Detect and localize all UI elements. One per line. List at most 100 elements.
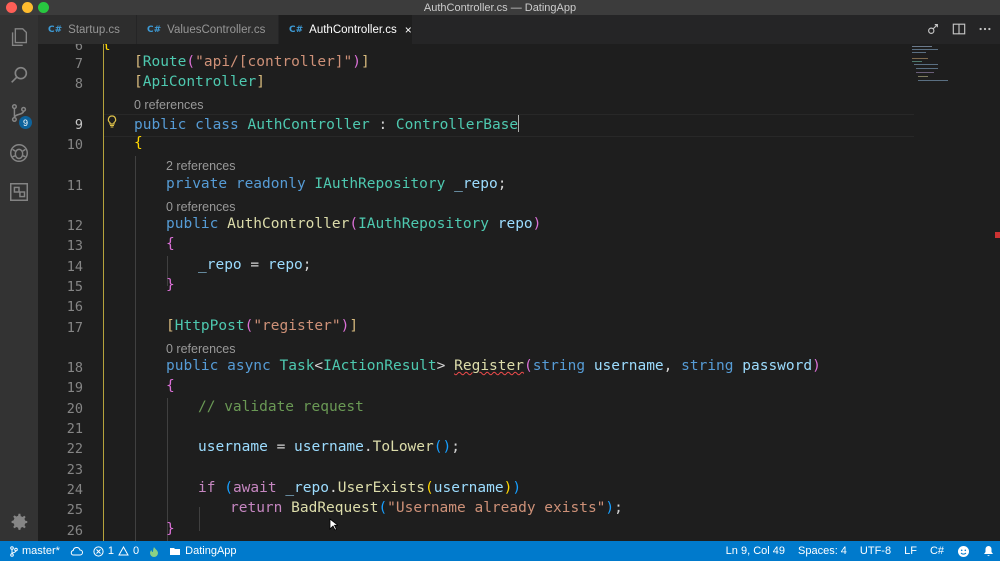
code-token: username	[433, 480, 504, 496]
code-token: .	[363, 439, 373, 455]
code-token: ]	[349, 318, 359, 334]
code-line: }	[166, 521, 175, 537]
minimap[interactable]	[910, 44, 980, 104]
code-line: }	[166, 277, 175, 293]
tab-values-controller[interactable]: C# ValuesController.cs	[137, 15, 279, 44]
codelens-references[interactable]: 0 references	[166, 342, 235, 356]
eol-setting[interactable]: LF	[904, 545, 917, 557]
csharp-icon: C#	[48, 24, 63, 35]
tab-label: Startup.cs	[68, 23, 120, 36]
open-changes-icon[interactable]	[926, 22, 940, 41]
search-icon[interactable]	[7, 63, 31, 87]
code-token: ;	[497, 176, 507, 192]
code-token: .	[328, 480, 338, 496]
code-line: username = username.ToLower();	[198, 439, 460, 455]
problems-indicator[interactable]: 1 0	[93, 545, 139, 557]
codelens-references[interactable]: 0 references	[134, 98, 203, 112]
code-token: public class	[134, 117, 248, 133]
project-name: DatingApp	[185, 545, 237, 557]
code-token: "register"	[253, 318, 341, 334]
code-line: public class AuthController : Controller…	[134, 115, 520, 133]
code-token: ()	[433, 439, 452, 455]
line-number: 11	[66, 178, 83, 194]
line-number: 9	[74, 117, 83, 133]
code-token: await	[232, 480, 277, 496]
indentation-setting[interactable]: Spaces: 4	[798, 545, 847, 557]
code-token: >	[436, 358, 455, 374]
code-line: [HttpPost("register")]	[166, 318, 358, 334]
code-line: return BadRequest("Username already exis…	[230, 500, 623, 516]
indent-guide	[103, 44, 104, 541]
code-token: IAuthRepository	[314, 176, 446, 192]
code-token: ControllerBase	[395, 117, 519, 133]
line-number: 21	[66, 421, 83, 437]
encoding-setting[interactable]: UTF-8	[860, 545, 891, 557]
branch-icon	[10, 545, 18, 557]
indent-guide	[167, 398, 168, 541]
minimize-window-button[interactable]	[22, 2, 33, 13]
code-token: [	[134, 54, 143, 70]
code-token: Route	[142, 54, 187, 70]
code-token: )	[512, 480, 522, 496]
tab-auth-controller[interactable]: C# AuthController.cs ×	[279, 15, 413, 44]
warning-count: 0	[133, 545, 140, 557]
code-line: {	[166, 236, 175, 252]
window-title: AuthController.cs — DatingApp	[423, 1, 577, 14]
code-token: ;	[614, 500, 623, 516]
code-line: public async Task<IActionResult> Registe…	[166, 358, 821, 374]
cursor-position[interactable]: Ln 9, Col 49	[726, 545, 785, 557]
code-token: )	[812, 358, 821, 374]
sync-button[interactable]	[70, 546, 83, 556]
code-token: HttpPost	[174, 318, 245, 334]
debug-icon[interactable]	[7, 141, 31, 165]
code-line: if (await _repo.UserExists(username))	[198, 480, 521, 496]
close-window-button[interactable]	[6, 2, 17, 13]
code-token: ,	[663, 358, 682, 374]
line-number: 13	[66, 238, 83, 254]
line-number: 12	[66, 218, 83, 234]
line-number: 17	[66, 320, 83, 336]
line-number: 19	[66, 380, 83, 396]
line-number: 25	[66, 502, 83, 518]
code-token: repo	[489, 216, 533, 232]
tab-label: ValuesController.cs	[167, 23, 266, 36]
activity-bar: 9	[0, 15, 38, 541]
tab-label: AuthController.cs	[309, 23, 397, 36]
code-token: "Username already exists"	[387, 500, 606, 516]
tab-bar: C# Startup.cs C# ValuesController.cs C# …	[38, 15, 1000, 44]
language-mode[interactable]: C#	[930, 545, 944, 557]
vertical-scrollbar[interactable]	[993, 44, 1000, 541]
code-token: :	[369, 117, 396, 133]
split-editor-icon[interactable]	[952, 22, 966, 41]
line-number: 18	[66, 360, 83, 376]
maximize-window-button[interactable]	[38, 2, 49, 13]
code-line: {	[166, 378, 175, 394]
lightbulb-icon[interactable]	[107, 115, 117, 133]
codelens-references[interactable]: 2 references	[166, 159, 235, 173]
code-token: {	[102, 44, 111, 52]
settings-gear-icon[interactable]	[7, 510, 31, 534]
code-token: "api/[controller]"	[195, 54, 353, 70]
feedback-icon[interactable]	[957, 545, 970, 558]
code-token: [	[166, 318, 175, 334]
branch-indicator[interactable]: master*	[10, 545, 60, 557]
codelens-references[interactable]: 0 references	[166, 200, 235, 214]
code-editor[interactable]: 6 7 8 9 10 11 12 13 14 15 16 17 18 19 20…	[38, 44, 1000, 541]
csharp-icon: C#	[147, 24, 162, 35]
notifications-bell-icon[interactable]	[983, 545, 994, 557]
extensions-icon[interactable]	[7, 180, 31, 204]
code-token: UserExists	[337, 480, 426, 496]
line-number: 23	[66, 462, 83, 478]
omnisharp-status[interactable]	[149, 546, 159, 557]
tab-startup[interactable]: C# Startup.cs	[38, 15, 137, 44]
explorer-icon[interactable]	[7, 25, 31, 49]
more-actions-icon[interactable]	[978, 22, 992, 41]
project-selector[interactable]: DatingApp	[169, 545, 237, 557]
code-token: username	[198, 439, 268, 455]
code-token: repo	[267, 257, 303, 273]
code-token: return	[230, 500, 283, 516]
line-number: 20	[66, 401, 83, 417]
close-tab-icon[interactable]: ×	[405, 23, 412, 37]
code-token: ]	[256, 74, 265, 90]
indent-guide	[199, 507, 200, 531]
